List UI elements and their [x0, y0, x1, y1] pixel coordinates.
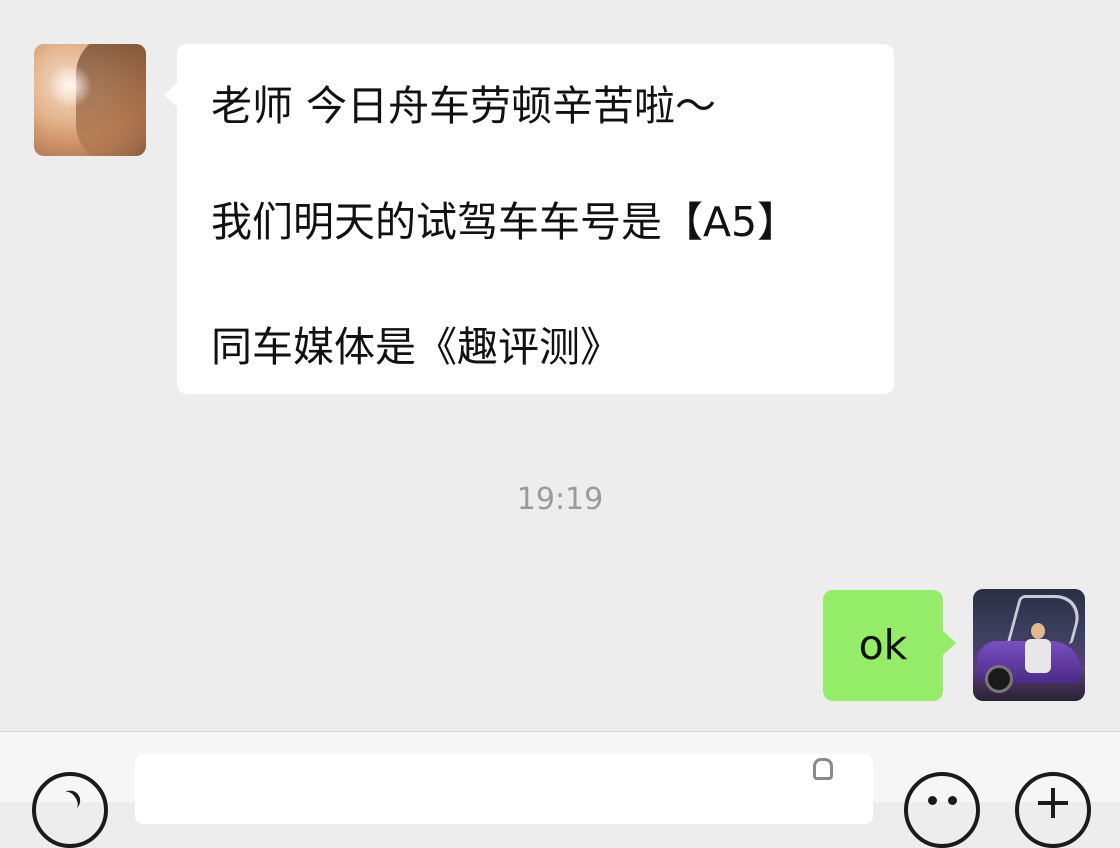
user-avatar[interactable] [973, 589, 1085, 701]
avatar-photo-detail [985, 665, 1013, 693]
message-line: 我们明天的试驾车车号是【A5】 [211, 198, 799, 246]
avatar-photo-detail [1025, 639, 1051, 673]
contact-avatar[interactable] [34, 44, 146, 156]
incoming-message-bubble[interactable]: 老师 今日舟车劳顿辛苦啦～ 我们明天的试驾车车号是【A5】 同车媒体是《趣评测》 [164, 44, 894, 394]
plus-stroke [1038, 801, 1068, 805]
emoji-icon[interactable] [904, 772, 980, 848]
message-line: 老师 今日舟车劳顿辛苦啦～ [211, 82, 717, 130]
avatar-photo-detail [1031, 623, 1045, 639]
avatar-photo-detail [48, 64, 92, 108]
message-text: ok [858, 621, 908, 669]
chat-input-bar [0, 731, 1120, 848]
message-input[interactable] [135, 754, 873, 824]
voice-wave-glyph [57, 786, 85, 814]
avatar-photo-detail [1006, 595, 1085, 644]
chat-message-list[interactable]: 老师 今日舟车劳顿辛苦啦～ 我们明天的试驾车车号是【A5】 同车媒体是《趣评测》… [0, 0, 1120, 730]
message-timestamp: 19:19 [516, 482, 604, 517]
voice-icon[interactable] [32, 772, 108, 848]
outgoing-message-bubble[interactable]: ok [823, 590, 956, 701]
plus-icon[interactable] [1015, 772, 1091, 848]
message-line: 同车媒体是《趣评测》 [211, 323, 621, 371]
microphone-icon[interactable] [813, 758, 833, 780]
